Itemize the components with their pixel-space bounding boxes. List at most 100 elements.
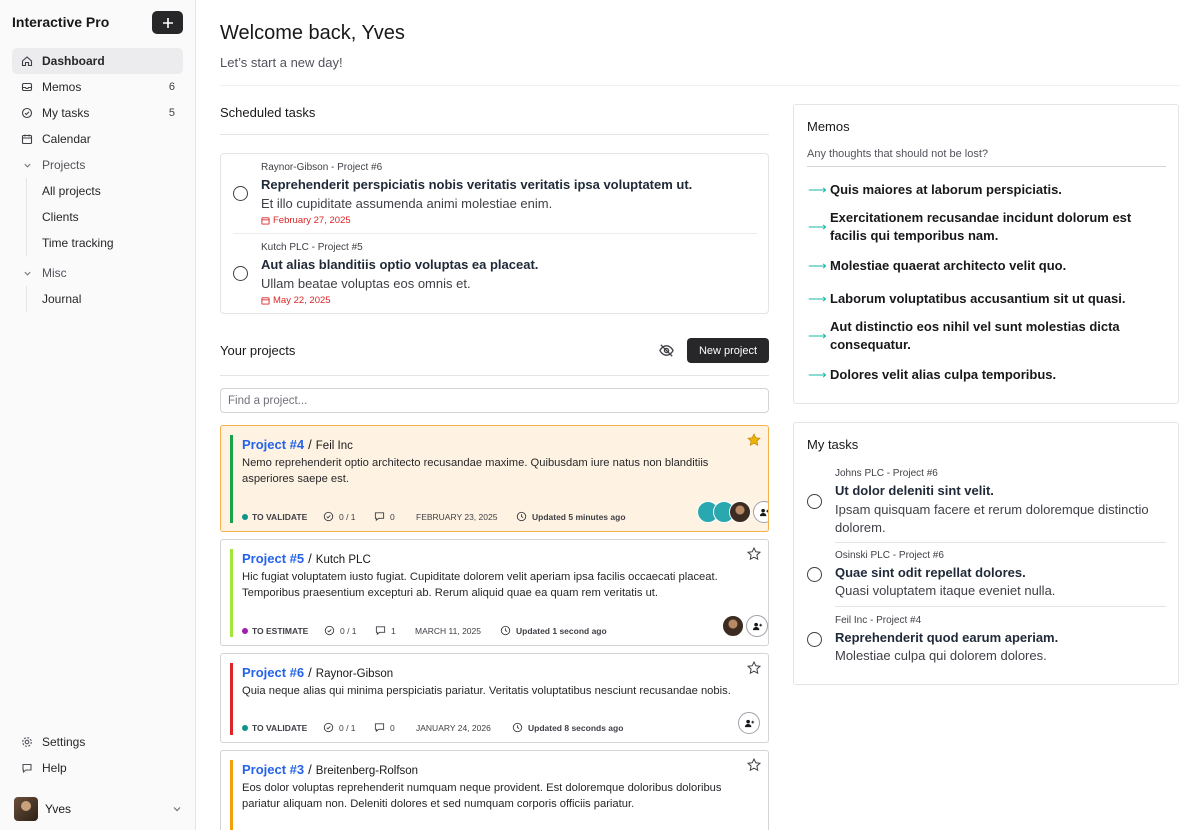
projects-submenu: All projects Clients Time tracking <box>26 178 183 256</box>
project-description: Eos dolor voluptas reprehenderit numquam… <box>242 782 722 810</box>
task-checkbox[interactable] <box>233 186 248 201</box>
project-date: JANUARY 24, 2026 <box>416 722 491 733</box>
new-project-button[interactable]: New project <box>687 338 769 363</box>
sidebar-item-time-tracking[interactable]: Time tracking <box>35 230 183 256</box>
project-card[interactable]: Project #4 / Feil Inc Nemo reprehenderit… <box>220 425 769 532</box>
project-name-link[interactable]: Project #5 <box>242 551 304 566</box>
add-member-button[interactable] <box>738 712 760 734</box>
project-description: Hic fugiat voluptatem iusto fugiat. Cupi… <box>242 571 718 599</box>
project-name-link[interactable]: Project #3 <box>242 762 304 777</box>
project-name-link[interactable]: Project #6 <box>242 665 304 680</box>
member-avatars <box>722 615 768 637</box>
project-company[interactable]: Raynor-Gibson <box>316 668 393 680</box>
project-color-bar <box>230 549 233 637</box>
task-title[interactable]: Reprehenderit perspiciatis nobis veritat… <box>261 177 692 192</box>
last-updated-text: Updated 1 second ago <box>516 625 607 636</box>
task-title[interactable]: Reprehenderit quod earum aperiam. <box>835 630 1058 645</box>
task-title[interactable]: Quae sint odit repellat dolores. <box>835 565 1026 580</box>
sidebar-item-label: My tasks <box>42 106 90 120</box>
sidebar-group-projects[interactable]: Projects <box>12 152 183 178</box>
status-badge: TO ESTIMATE <box>242 626 324 636</box>
memo-item[interactable]: ⟶ Exercitationem recusandae incidunt dolo… <box>808 209 1158 245</box>
sidebar-item-clients[interactable]: Clients <box>35 204 183 230</box>
sidebar-item-dashboard[interactable]: Dashboard <box>12 48 183 74</box>
last-updated: Updated 1 second ago <box>500 625 607 636</box>
sidebar-item-calendar[interactable]: Calendar <box>12 126 183 152</box>
sidebar-item-help[interactable]: Help <box>12 755 183 781</box>
task-title[interactable]: Aut alias blanditiis optio voluptas ea p… <box>261 257 538 272</box>
memos-panel: Memos Any thoughts that should not be lo… <box>793 104 1179 404</box>
sidebar-item-label: Settings <box>42 735 86 749</box>
project-company[interactable]: Kutch PLC <box>316 554 371 566</box>
favorite-button[interactable] <box>746 660 762 680</box>
project-card[interactable]: Project #3 / Breitenberg-Rolfson Eos dol… <box>220 750 769 830</box>
project-name-link[interactable]: Project #4 <box>242 437 304 452</box>
favorite-button[interactable] <box>746 546 762 566</box>
task-checkbox[interactable] <box>233 266 248 281</box>
task-description: Et illo cupiditate assumenda animi moles… <box>261 196 553 211</box>
task-description: Ullam beatae voluptas eos omnis et. <box>261 276 471 291</box>
sidebar-item-all-projects[interactable]: All projects <box>35 178 183 204</box>
star-outline-icon <box>746 660 762 675</box>
toggle-visibility-button[interactable] <box>658 342 675 364</box>
memo-text: Aut distinctio eos nihil vel sunt molest… <box>830 319 1120 352</box>
inbox-icon <box>20 81 34 93</box>
task-meta: Kutch PLC - Project #5 <box>261 242 363 253</box>
calendar-icon <box>20 133 34 145</box>
quick-add-button[interactable] <box>152 11 183 34</box>
status-dot <box>242 513 248 520</box>
sidebar-group-label: Projects <box>42 158 86 172</box>
memo-item[interactable]: ⟶ Molestiae quaerat architecto velit quo. <box>808 257 1066 275</box>
member-avatars <box>697 501 768 523</box>
sidebar-item-memos[interactable]: Memos 6 <box>12 74 183 100</box>
memo-item[interactable]: ⟶ Aut distinctio eos nihil vel sunt moles… <box>808 318 1138 354</box>
project-card[interactable]: Project #6 / Raynor-Gibson Quia neque al… <box>220 653 769 743</box>
project-company[interactable]: Breitenberg-Rolfson <box>316 765 418 777</box>
arrow-right-icon: ⟶ <box>808 182 827 197</box>
favorite-button[interactable] <box>747 433 761 452</box>
last-updated-text: Updated 8 seconds ago <box>528 722 624 733</box>
project-date: MARCH 11, 2025 <box>415 625 481 636</box>
memo-input[interactable]: Any thoughts that should not be lost? <box>807 148 988 160</box>
add-member-button[interactable] <box>746 615 768 637</box>
memo-item[interactable]: ⟶ Quis maiores at laborum perspiciatis. <box>808 181 1062 199</box>
task-progress: 0 / 1 <box>324 625 375 636</box>
sidebar-item-label: Help <box>42 761 67 775</box>
separator: / <box>308 437 312 452</box>
task-checkbox[interactable] <box>807 632 822 647</box>
sidebar-item-label: All projects <box>42 184 101 198</box>
list-item[interactable]: Raynor-Gibson - Project #6 Reprehenderit… <box>221 154 768 234</box>
user-plus-icon <box>752 622 762 630</box>
user-name: Yves <box>45 801 72 816</box>
list-item[interactable]: Kutch PLC - Project #5 Aut alias blandit… <box>221 234 768 314</box>
task-checkbox[interactable] <box>807 494 822 509</box>
project-date: FEBRUARY 23, 2025 <box>416 511 498 522</box>
sidebar-item-label: Calendar <box>42 132 91 146</box>
sidebar-group-misc[interactable]: Misc <box>12 260 183 286</box>
user-plus-icon <box>759 508 768 516</box>
task-title[interactable]: Ut dolor deleniti sint velit. <box>835 483 994 498</box>
sidebar-item-my-tasks[interactable]: My tasks 5 <box>12 100 183 126</box>
last-updated: Updated 5 minutes ago <box>516 511 626 522</box>
project-company[interactable]: Feil Inc <box>316 440 353 452</box>
separator: / <box>308 762 312 777</box>
status-badge: TO VALIDATE <box>242 723 323 733</box>
status-badge: TO VALIDATE <box>242 512 323 522</box>
divider <box>220 375 769 376</box>
memo-item[interactable]: ⟶ Dolores velit alias culpa temporibus. <box>808 366 1056 384</box>
chevron-down-icon <box>20 161 34 170</box>
comments: 0 <box>374 511 416 522</box>
project-card[interactable]: Project #5 / Kutch PLC Hic fugiat volupt… <box>220 539 769 646</box>
avatar <box>729 501 751 523</box>
memo-item[interactable]: ⟶ Laborum voluptatibus accusantium sit ut… <box>808 290 1125 308</box>
arrow-right-icon: ⟶ <box>808 219 827 234</box>
task-due-date: February 27, 2025 <box>261 215 351 226</box>
sidebar-item-settings[interactable]: Settings <box>12 729 183 755</box>
favorite-button[interactable] <box>746 757 762 777</box>
sidebar-item-journal[interactable]: Journal <box>35 286 183 312</box>
task-meta: Osinski PLC - Project #6 <box>835 550 944 561</box>
task-checkbox[interactable] <box>807 567 822 582</box>
project-search-input[interactable] <box>220 388 769 413</box>
user-menu[interactable]: Yves <box>14 796 182 821</box>
add-member-button[interactable] <box>753 501 768 523</box>
